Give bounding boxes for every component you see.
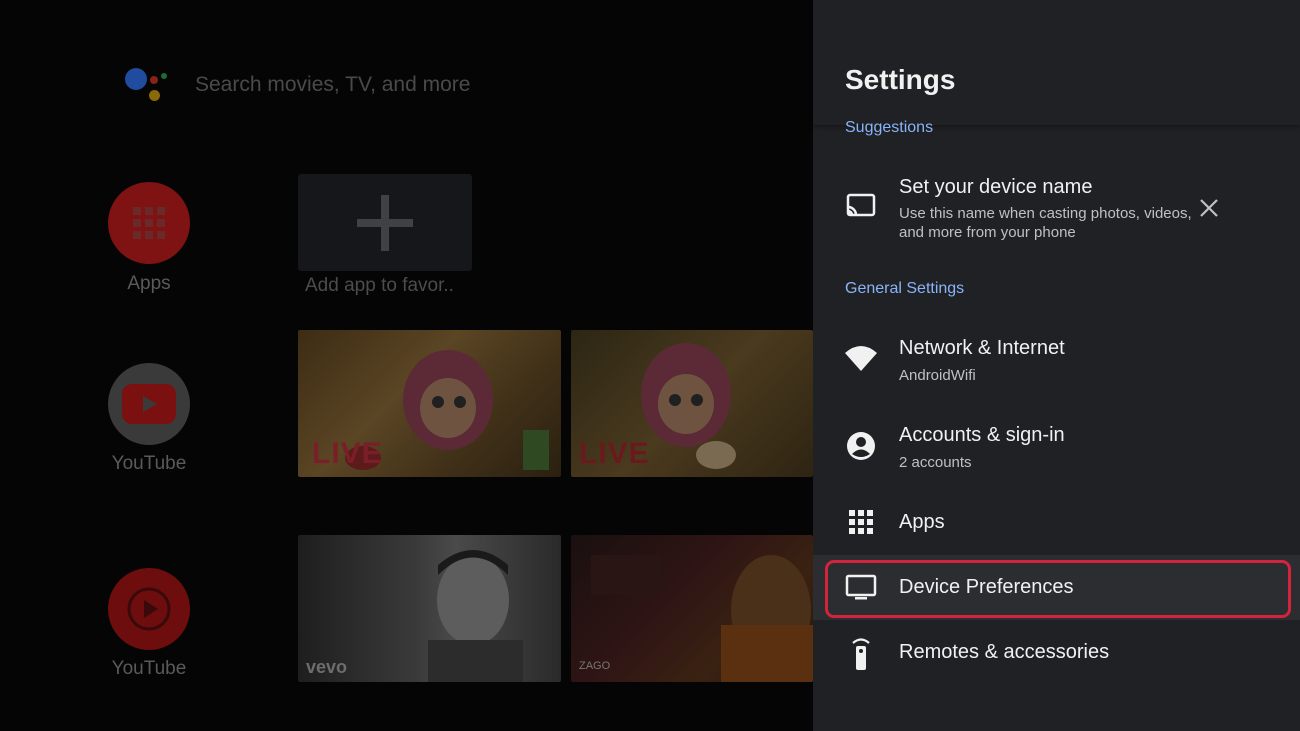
youtube-music-row-icon[interactable] bbox=[108, 568, 190, 650]
video-thumbnail[interactable]: LIVE bbox=[298, 330, 561, 477]
add-favorite-label: Add app to favor.. bbox=[305, 275, 454, 296]
apps-row-label: Apps bbox=[127, 273, 171, 294]
suggestion-set-device-name[interactable]: Set your device name Use this name when … bbox=[813, 170, 1300, 250]
plus-icon bbox=[357, 194, 413, 251]
settings-item-subtitle: AndroidWifi bbox=[899, 367, 976, 384]
settings-item-network[interactable]: Network & Internet AndroidWifi bbox=[813, 330, 1300, 400]
settings-item-title: Apps bbox=[899, 511, 945, 533]
suggestion-subtitle-line1: Use this name when casting photos, video… bbox=[899, 205, 1192, 222]
remote-icon bbox=[845, 636, 877, 670]
google-assistant-icon[interactable] bbox=[125, 66, 169, 106]
close-icon[interactable] bbox=[1197, 196, 1221, 220]
video-thumbnail[interactable]: LIVE bbox=[571, 330, 813, 477]
settings-item-title: Device Preferences bbox=[899, 576, 1074, 598]
settings-panel: Settings Suggestions Set your device nam… bbox=[813, 0, 1300, 731]
youtube-row-icon[interactable] bbox=[108, 363, 190, 445]
tv-icon bbox=[845, 572, 877, 604]
apps-grid-icon bbox=[133, 207, 165, 239]
live-badge: LIVE bbox=[579, 437, 650, 470]
page-title: Settings bbox=[845, 64, 956, 95]
settings-item-title: Remotes & accessories bbox=[899, 641, 1110, 663]
wifi-icon bbox=[845, 342, 877, 374]
cast-icon bbox=[845, 190, 877, 222]
video-thumbnail[interactable]: ZAGO bbox=[571, 535, 813, 682]
youtube-music-row-label: YouTube bbox=[111, 658, 187, 679]
settings-item-remotes[interactable]: Remotes & accessories bbox=[813, 628, 1300, 683]
youtube-row-label: YouTube bbox=[111, 453, 187, 474]
settings-header: Settings bbox=[813, 0, 1300, 125]
settings-item-subtitle: 2 accounts bbox=[899, 454, 972, 471]
add-favorite-tile[interactable] bbox=[298, 174, 472, 271]
search-placeholder[interactable]: Search movies, TV, and more bbox=[195, 73, 470, 97]
account-circle-icon bbox=[845, 430, 877, 462]
section-header-general-settings: General Settings bbox=[845, 280, 965, 297]
youtube-icon bbox=[122, 384, 176, 424]
settings-item-apps[interactable]: Apps bbox=[813, 492, 1300, 552]
youtube-music-icon bbox=[127, 587, 171, 631]
settings-item-title: Network & Internet bbox=[899, 337, 1065, 359]
apps-grid-icon bbox=[845, 506, 877, 538]
settings-item-accounts[interactable]: Accounts & sign-in 2 accounts bbox=[813, 417, 1300, 487]
live-badge: LIVE bbox=[312, 437, 383, 470]
apps-row-icon[interactable] bbox=[108, 182, 190, 264]
section-header-suggestions: Suggestions bbox=[845, 119, 934, 136]
video-thumbnail[interactable]: vevo bbox=[298, 535, 561, 682]
vevo-watermark: vevo bbox=[306, 657, 348, 677]
settings-item-title: Accounts & sign-in bbox=[899, 424, 1065, 446]
settings-item-device-preferences[interactable]: Device Preferences bbox=[813, 560, 1300, 615]
home-screen: Search movies, TV, and more Apps YouTube… bbox=[0, 0, 813, 731]
zago-logo: ZAGO bbox=[579, 660, 611, 672]
suggestion-title: Set your device name bbox=[899, 176, 1093, 198]
suggestion-subtitle-line2: and more from your phone bbox=[899, 224, 1076, 241]
